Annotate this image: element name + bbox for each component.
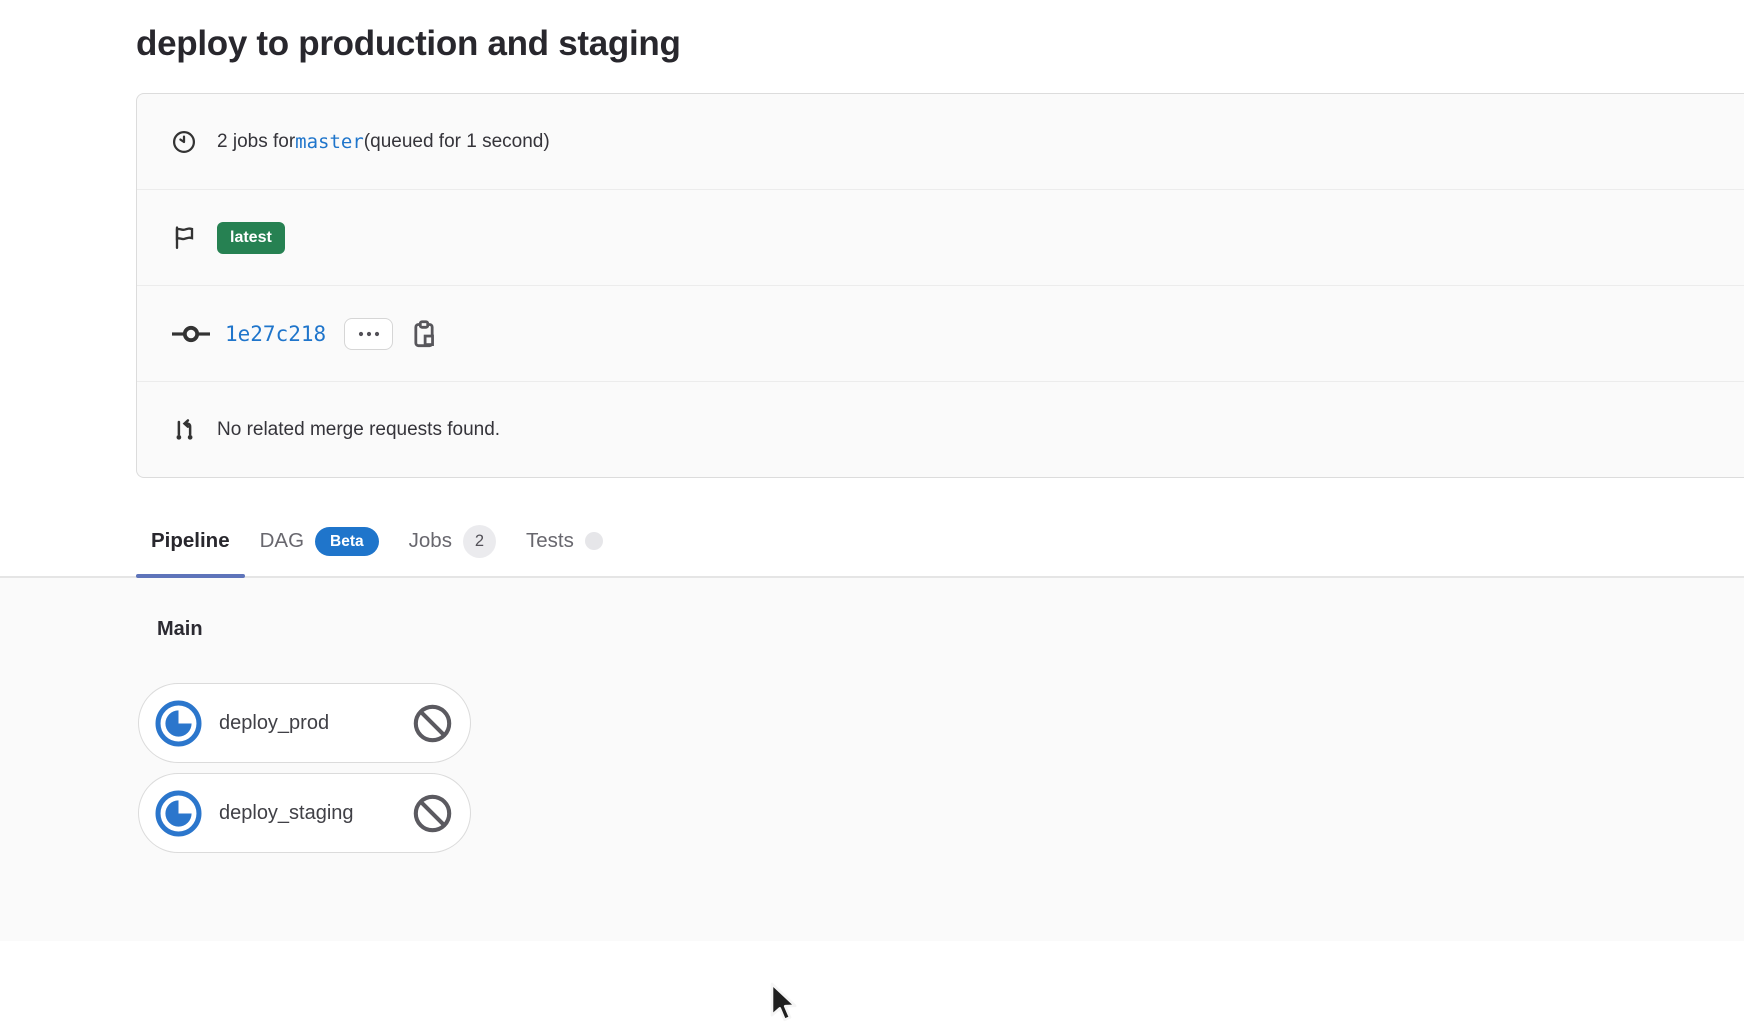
tab-dag-label: DAG [260,529,304,553]
jobs-count-badge: 2 [463,525,496,558]
job-name: deploy_staging [219,802,412,825]
jobs-summary-suffix: (queued for 1 second) [364,131,550,153]
merge-requests-row: No related merge requests found. [137,382,1744,477]
job-pill-deploy-prod[interactable]: deploy_prod [138,683,471,763]
pipeline-graph-panel: Main deploy_prod deploy_staging [0,578,1744,941]
copy-commit-sha-button[interactable] [409,319,439,349]
tab-pipeline-label: Pipeline [151,529,230,553]
jobs-summary-row: 2 jobs for master (queued for 1 second) [137,94,1744,190]
pipeline-info-card: 2 jobs for master (queued for 1 second) … [136,93,1744,478]
status-running-icon [155,790,202,837]
tab-dag[interactable]: DAG Beta [245,506,394,576]
tab-tests[interactable]: Tests [511,506,618,576]
clock-icon [171,129,197,155]
stage-name: Main [157,618,1744,641]
page-title: deploy to production and staging [0,0,1744,64]
commit-sha-link[interactable]: 1e27c218 [225,322,326,346]
mouse-cursor [766,982,798,1031]
job-name: deploy_prod [219,712,412,735]
copy-to-clipboard-icon [411,320,437,348]
status-running-icon [155,700,202,747]
job-pill-deploy-staging[interactable]: deploy_staging [138,773,471,853]
cancel-job-button[interactable] [412,703,453,744]
commit-icon [171,321,211,347]
pipeline-tabs: Pipeline DAG Beta Jobs 2 Tests [0,506,1744,578]
flag-icon [171,225,197,251]
ellipsis-icon [358,331,380,337]
merge-requests-text: No related merge requests found. [217,419,500,441]
tab-jobs[interactable]: Jobs 2 [394,506,511,576]
cancel-icon [412,703,453,744]
tab-jobs-label: Jobs [409,529,452,553]
commit-more-button[interactable] [344,318,393,350]
merge-request-icon [171,417,197,443]
cancel-icon [412,793,453,834]
latest-badge: latest [217,222,285,254]
tab-tests-label: Tests [526,529,574,553]
commit-row: 1e27c218 [137,286,1744,382]
cancel-job-button[interactable] [412,793,453,834]
beta-badge: Beta [315,527,379,556]
jobs-summary-prefix: 2 jobs for [217,131,295,153]
tab-pipeline[interactable]: Pipeline [136,506,245,576]
tests-count-dot [585,532,603,550]
branch-ref-link[interactable]: master [295,131,364,153]
latest-badge-row: latest [137,190,1744,286]
